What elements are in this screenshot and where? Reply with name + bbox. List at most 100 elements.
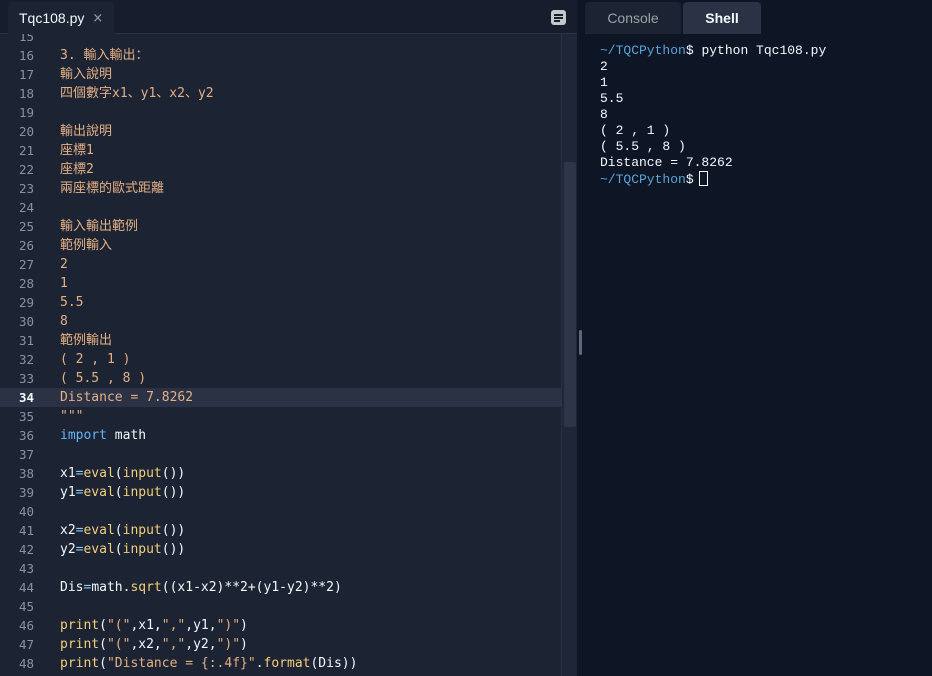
code-text: 輸入輸出範例 [60, 217, 138, 236]
code-line[interactable]: 27 2 [0, 255, 561, 274]
code-line[interactable]: 34 Distance = 7.8262 [0, 388, 561, 407]
pane-splitter[interactable] [577, 0, 584, 676]
code-line[interactable]: 26 範例輸入 [0, 236, 561, 255]
code-line[interactable]: 47 print("(",x2,",",y2,")") [0, 635, 561, 654]
code-token: ) [240, 637, 248, 652]
code-line[interactable]: 42 y2=eval(input()) [0, 540, 561, 559]
code-token: ((x1-x2)**2+(y1-y2)**2) [161, 580, 342, 595]
code-text: 輸出說明 [60, 122, 112, 141]
code-token: 5.5 [60, 295, 84, 310]
prompt-line[interactable]: ~/TQCPython$ [600, 171, 930, 187]
code-line[interactable]: 28 1 [0, 274, 561, 293]
code-line[interactable]: 30 8 [0, 312, 561, 331]
code-token: ( [99, 656, 107, 671]
line-number: 45 [18, 599, 34, 614]
code-line[interactable]: 41 x2=eval(input()) [0, 521, 561, 540]
code-token: 2 [60, 257, 68, 272]
code-line[interactable]: 44 Dis=math.sqrt((x1-x2)**2+(y1-y2)**2) [0, 578, 561, 597]
code-token: math [106, 428, 147, 443]
outline-icon[interactable] [551, 10, 566, 25]
line-number: 37 [18, 447, 34, 462]
code-token: 8 [60, 314, 68, 329]
shell-terminal[interactable]: ~/TQCPython$ python Tqc108.py 2 1 5.5 8 … [600, 43, 930, 187]
file-tab[interactable]: Tqc108.py × [8, 2, 114, 34]
code-editor[interactable]: 15 """ 16 3. 輸入輸出： 17 輸入說明 18 四個數字x1、y1、x2、y2 19… [0, 34, 561, 676]
code-line[interactable]: 36 import math [0, 426, 561, 445]
line-number: 47 [18, 637, 34, 652]
code-line[interactable]: 39 y1=eval(input()) [0, 483, 561, 502]
code-token: format [263, 656, 311, 671]
code-line[interactable]: 33 ( 5.5 , 8 ) [0, 369, 561, 388]
code-token: 1 [60, 276, 68, 291]
code-line[interactable]: 35 """ [0, 407, 561, 426]
output-line: 5.5 [600, 91, 624, 106]
editor-scroll-thumb[interactable] [564, 162, 576, 427]
code-line[interactable]: 48 print("Distance = {:.4f}".format(Dis)) [0, 654, 561, 673]
code-line[interactable]: 19 [0, 103, 561, 122]
code-token: ,x2, [130, 637, 162, 652]
tab-shell[interactable]: Shell [683, 2, 761, 34]
code-line[interactable]: 16 3. 輸入輸出： [0, 46, 561, 65]
code-token: ( 2 , 1 ) [60, 352, 131, 367]
output-line: ( 2 , 1 ) [600, 123, 671, 138]
code-token: eval [83, 485, 115, 500]
line-number: 46 [18, 618, 34, 633]
shell-pane: Console Shell ~/TQCPython$ python Tqc108… [584, 0, 932, 676]
code-token: input [122, 466, 162, 481]
output-line: Distance = 7.8262 [600, 155, 733, 170]
line-number: 19 [18, 105, 34, 120]
output-line: 2 [600, 59, 608, 74]
splitter-handle[interactable] [579, 330, 582, 355]
line-number: 18 [18, 86, 34, 101]
line-number: 17 [18, 67, 34, 82]
code-line[interactable]: 46 print("(",x1,",",y1,")") [0, 616, 561, 635]
code-token: 座標2 [60, 162, 94, 177]
code-token: ()) [161, 485, 186, 500]
code-line[interactable]: 31 範例輸出 [0, 331, 561, 350]
code-token: 範例輸出 [60, 333, 113, 348]
code-token: 輸入輸出範例 [60, 219, 139, 234]
code-line[interactable]: 43 [0, 559, 561, 578]
code-line[interactable]: 29 5.5 [0, 293, 561, 312]
code-text: 範例輸出 [60, 331, 112, 350]
code-line[interactable]: 24 [0, 198, 561, 217]
code-line[interactable]: 21 座標1 [0, 141, 561, 160]
code-token: 輸入說明 [60, 67, 113, 82]
code-text: ( 5.5 , 8 ) [60, 369, 146, 388]
line-number: 26 [18, 238, 34, 253]
editor-scrollbar[interactable] [561, 34, 577, 676]
code-token: 兩座標的歐式距離 [60, 181, 165, 196]
code-token: "(" [106, 637, 131, 652]
code-token: ( [99, 618, 107, 633]
line-number: 31 [18, 333, 34, 348]
code-token: ( [114, 542, 123, 557]
code-token: x1 [60, 466, 76, 481]
editor-tab-bar: Tqc108.py × [0, 0, 577, 34]
code-text: Distance = 7.8262 [60, 388, 193, 407]
code-text: 3. 輸入輸出： [60, 46, 148, 65]
code-line[interactable]: 45 [0, 597, 561, 616]
code-text: import math [60, 426, 146, 445]
code-line[interactable]: 15 """ [0, 34, 561, 46]
code-token: ()) [161, 542, 186, 557]
code-token: ( [99, 637, 107, 652]
code-line[interactable]: 22 座標2 [0, 160, 561, 179]
code-line[interactable]: 23 兩座標的歐式距離 [0, 179, 561, 198]
tab-console[interactable]: Console [585, 2, 681, 34]
output-line: ( 5.5 , 8 ) [600, 139, 686, 154]
code-token: """ [60, 34, 84, 44]
code-line[interactable]: 18 四個數字x1、y1、x2、y2 [0, 84, 561, 103]
code-line[interactable]: 40 [0, 502, 561, 521]
code-line[interactable]: 37 [0, 445, 561, 464]
prompt-path: ~/TQCPython [600, 172, 686, 187]
terminal-cursor [698, 171, 708, 186]
code-line[interactable]: 25 輸入輸出範例 [0, 217, 561, 236]
code-token: ,y1, [185, 618, 217, 633]
code-line[interactable]: 38 x1=eval(input()) [0, 464, 561, 483]
close-tab-icon[interactable]: × [92, 11, 103, 26]
code-line[interactable]: 32 ( 2 , 1 ) [0, 350, 561, 369]
prompt-symbol: $ [685, 172, 694, 187]
line-number: 48 [18, 656, 34, 671]
code-line[interactable]: 20 輸出說明 [0, 122, 561, 141]
code-line[interactable]: 17 輸入說明 [0, 65, 561, 84]
